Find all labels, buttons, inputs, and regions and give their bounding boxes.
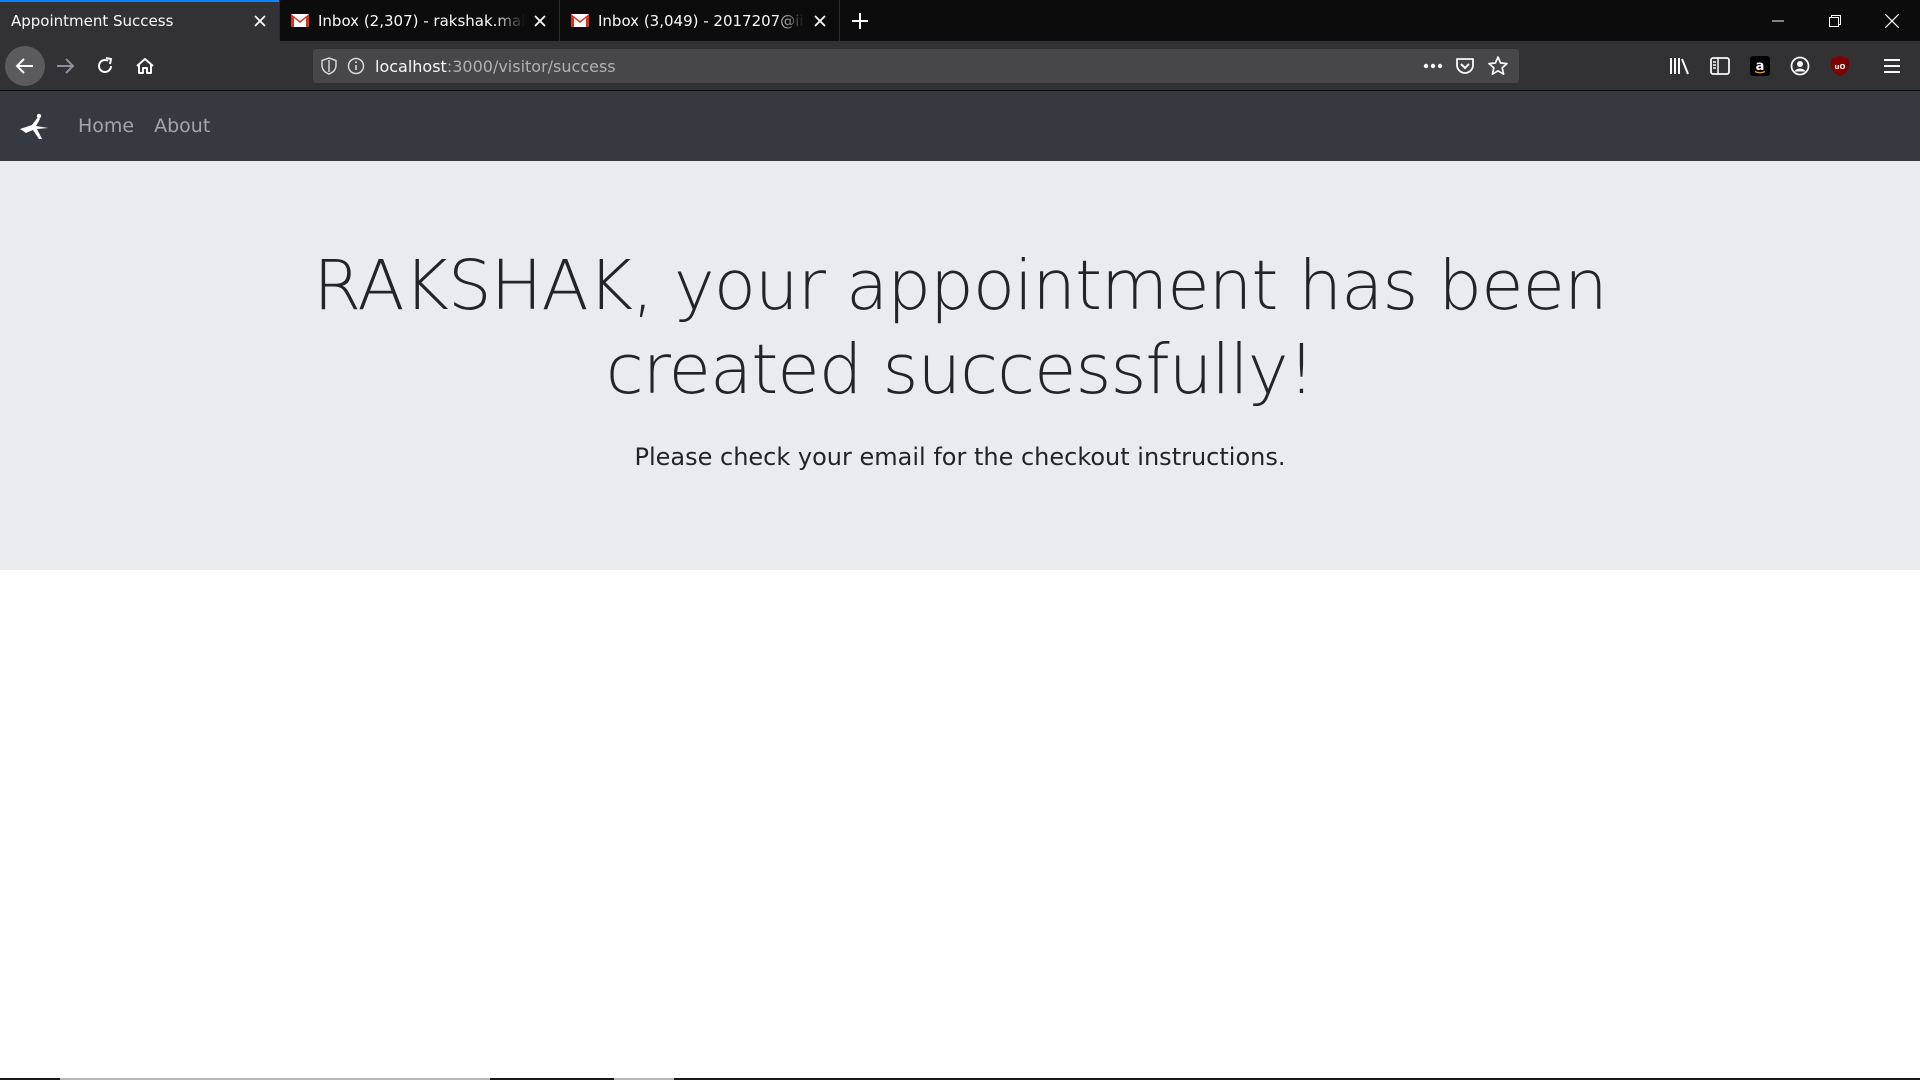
nav-link-about[interactable]: About — [154, 115, 210, 137]
library-icon — [1670, 58, 1689, 75]
page-actions-icon[interactable] — [1423, 63, 1443, 69]
home-button[interactable] — [125, 46, 165, 86]
close-tab-icon[interactable] — [811, 12, 829, 30]
close-tab-icon[interactable] — [531, 12, 549, 30]
restore-button[interactable] — [1806, 0, 1863, 41]
tab-inbox-2[interactable]: Inbox (3,049) - 2017207@iiitdm — [560, 0, 840, 41]
library-button[interactable] — [1660, 46, 1700, 86]
success-subtext: Please check your email for the checkout… — [634, 443, 1286, 471]
back-button[interactable] — [5, 45, 45, 86]
gmail-icon — [571, 14, 589, 27]
account-icon — [1790, 56, 1810, 76]
url-host: localhost — [375, 56, 447, 76]
amazon-icon: a — [1750, 56, 1770, 76]
url-path: :3000/visitor/success — [446, 56, 616, 76]
info-icon[interactable] — [347, 57, 365, 75]
bookmark-star-icon[interactable] — [1487, 55, 1509, 77]
ublock-icon: uO — [1831, 56, 1849, 76]
close-window-button[interactable] — [1863, 0, 1920, 41]
reload-icon — [98, 56, 113, 73]
amazon-extension-button[interactable]: a — [1740, 46, 1780, 86]
hamburger-menu-icon — [1884, 59, 1900, 73]
tab-title: Inbox (3,049) - 2017207@iiitdm — [598, 11, 805, 30]
brand-logo-icon[interactable] — [18, 109, 52, 143]
sidebar-button[interactable] — [1700, 46, 1740, 86]
url-text[interactable]: localhost:3000/visitor/success — [375, 57, 616, 76]
shield-icon[interactable] — [321, 57, 337, 75]
tab-title: Inbox (2,307) - rakshak.malhotra — [318, 11, 525, 30]
new-tab-button[interactable] — [840, 0, 880, 41]
sidebar-icon — [1710, 57, 1730, 75]
account-button[interactable] — [1780, 46, 1820, 86]
pocket-icon[interactable] — [1455, 56, 1475, 76]
close-icon — [1884, 13, 1899, 28]
restore-icon — [1828, 14, 1841, 27]
success-heading: RAKSHAK, your appointment has been creat… — [313, 246, 1607, 410]
nav-link-home[interactable]: Home — [78, 115, 134, 137]
close-tab-icon[interactable] — [251, 12, 269, 30]
forward-button[interactable] — [45, 46, 85, 86]
tab-inbox-1[interactable]: Inbox (2,307) - rakshak.malhotra — [280, 0, 560, 41]
tab-strip: Appointment Success Inbox (2,307) - raks… — [0, 0, 1920, 41]
home-icon — [136, 57, 154, 74]
arrow-right-icon — [57, 57, 75, 74]
menu-button[interactable] — [1872, 46, 1912, 86]
minimize-icon — [1771, 20, 1784, 21]
success-jumbotron: RAKSHAK, your appointment has been creat… — [0, 161, 1920, 570]
url-bar[interactable]: localhost:3000/visitor/success — [313, 49, 1519, 83]
reload-button[interactable] — [85, 46, 125, 86]
tab-appointment-success[interactable]: Appointment Success — [0, 0, 280, 41]
ublock-extension-button[interactable]: uO — [1820, 46, 1860, 86]
svg-text:uO: uO — [1835, 63, 1846, 71]
plus-icon — [852, 12, 868, 29]
minimize-button[interactable] — [1749, 0, 1806, 41]
arrow-left-icon — [15, 57, 33, 74]
tab-title: Appointment Success — [11, 11, 174, 30]
site-navbar: Home About — [0, 91, 1920, 161]
gmail-icon — [291, 14, 309, 27]
nav-toolbar: localhost:3000/visitor/success a uO — [0, 41, 1920, 91]
